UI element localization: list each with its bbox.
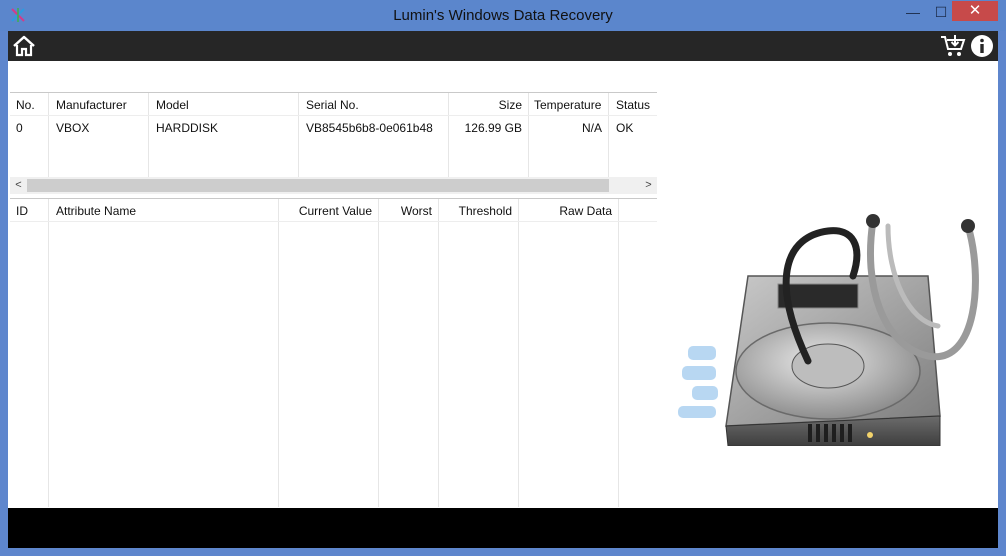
- column-header-worst[interactable]: Worst: [380, 200, 438, 222]
- column-divider: [438, 199, 439, 507]
- cell-manufacturer: VBOX: [56, 121, 90, 135]
- app-window: Lumin's Windows Data Recovery — ☐ ✕ No. …: [0, 0, 1006, 556]
- cell-model: HARDDISK: [156, 121, 219, 135]
- scroll-thumb[interactable]: [27, 179, 609, 192]
- cell-no: 0: [16, 121, 23, 135]
- column-header-current-value[interactable]: Current Value: [280, 200, 378, 222]
- column-divider: [518, 199, 519, 507]
- cell-temperature: N/A: [581, 121, 602, 135]
- column-divider: [278, 199, 279, 507]
- cart-icon[interactable]: [940, 34, 966, 58]
- column-divider: [378, 199, 379, 507]
- cell-size: 126.99 GB: [464, 121, 522, 135]
- column-header-no[interactable]: No.: [10, 94, 48, 116]
- status-footer: [8, 508, 998, 548]
- scroll-right-button[interactable]: >: [640, 177, 657, 194]
- column-header-threshold[interactable]: Threshold: [440, 200, 518, 222]
- main-content: No. Manufacturer Model Serial No. Size T…: [8, 61, 998, 508]
- attributes-table: ID Attribute Name Current Value Worst Th…: [10, 198, 657, 508]
- cell-serial: VB8545b6b8-0e061b48: [306, 121, 433, 135]
- window-title: Lumin's Windows Data Recovery: [393, 7, 613, 24]
- column-header-serial[interactable]: Serial No.: [300, 94, 448, 116]
- minimize-button[interactable]: —: [898, 2, 928, 22]
- column-header-status[interactable]: Status: [610, 94, 657, 116]
- column-header-manufacturer[interactable]: Manufacturer: [50, 94, 148, 116]
- disk-utility-illustration: [678, 214, 979, 446]
- horizontal-scrollbar[interactable]: < >: [10, 177, 657, 194]
- home-icon[interactable]: [12, 35, 36, 57]
- column-header-raw-data[interactable]: Raw Data: [520, 200, 618, 222]
- column-header-temperature[interactable]: Temperature: [530, 94, 608, 116]
- column-header-model[interactable]: Model: [150, 94, 298, 116]
- title-bar[interactable]: Lumin's Windows Data Recovery — ☐ ✕: [0, 0, 1006, 31]
- column-header-attribute-name[interactable]: Attribute Name: [50, 200, 278, 222]
- toolbar: [8, 31, 998, 61]
- table-header: ID Attribute Name Current Value Worst Th…: [10, 200, 657, 222]
- table-row[interactable]: 0 VBOX HARDDISK VB8545b6b8-0e061b48 126.…: [10, 117, 657, 139]
- scroll-left-button[interactable]: <: [10, 177, 27, 194]
- column-header-size[interactable]: Size: [450, 94, 528, 116]
- info-icon[interactable]: [970, 34, 994, 58]
- column-header-id[interactable]: ID: [10, 200, 48, 222]
- cell-status: OK: [616, 121, 634, 135]
- table-header: No. Manufacturer Model Serial No. Size T…: [10, 94, 657, 116]
- column-divider: [618, 199, 619, 507]
- column-divider: [48, 199, 49, 507]
- close-button[interactable]: ✕: [952, 1, 998, 21]
